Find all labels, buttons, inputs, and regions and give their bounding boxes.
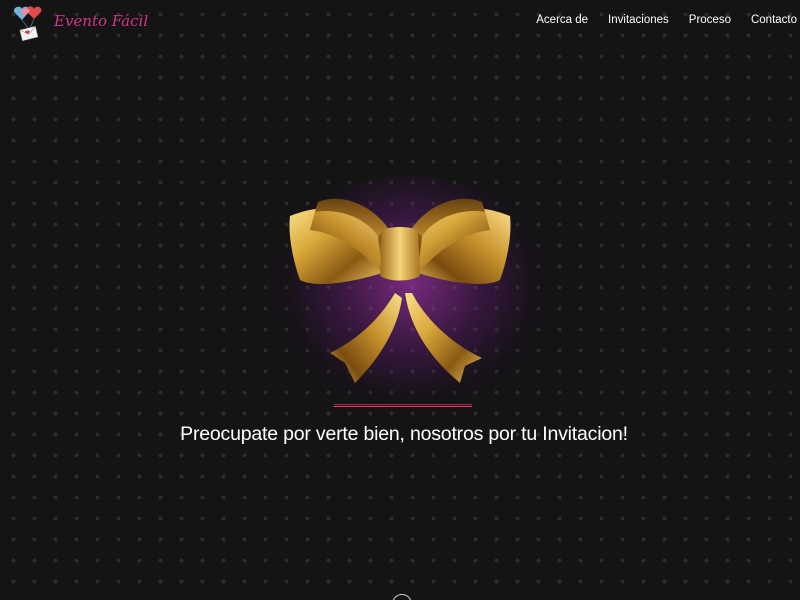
nav-item-contacto[interactable]: Contacto (751, 14, 797, 26)
brand-name: Evento Fácil (54, 12, 149, 30)
hearts-envelope-icon (13, 6, 42, 42)
gold-ribbon-bow-icon (289, 198, 511, 383)
navbar: Evento Fácil Acerca de Invitaciones Proc… (0, 0, 800, 44)
main-nav: Acerca de Invitaciones Proceso Contacto (536, 14, 797, 26)
hero-tagline: Preocupate por verte bien, nosotros por … (180, 423, 628, 445)
scroll-down-circle-icon[interactable] (392, 594, 412, 600)
nav-item-acerca-de[interactable]: Acerca de (536, 14, 588, 26)
nav-item-invitaciones[interactable]: Invitaciones (608, 14, 669, 26)
nav-item-proceso[interactable]: Proceso (689, 14, 731, 26)
hero-divider (334, 404, 472, 407)
brand-link[interactable]: Evento Fácil (8, 3, 148, 43)
